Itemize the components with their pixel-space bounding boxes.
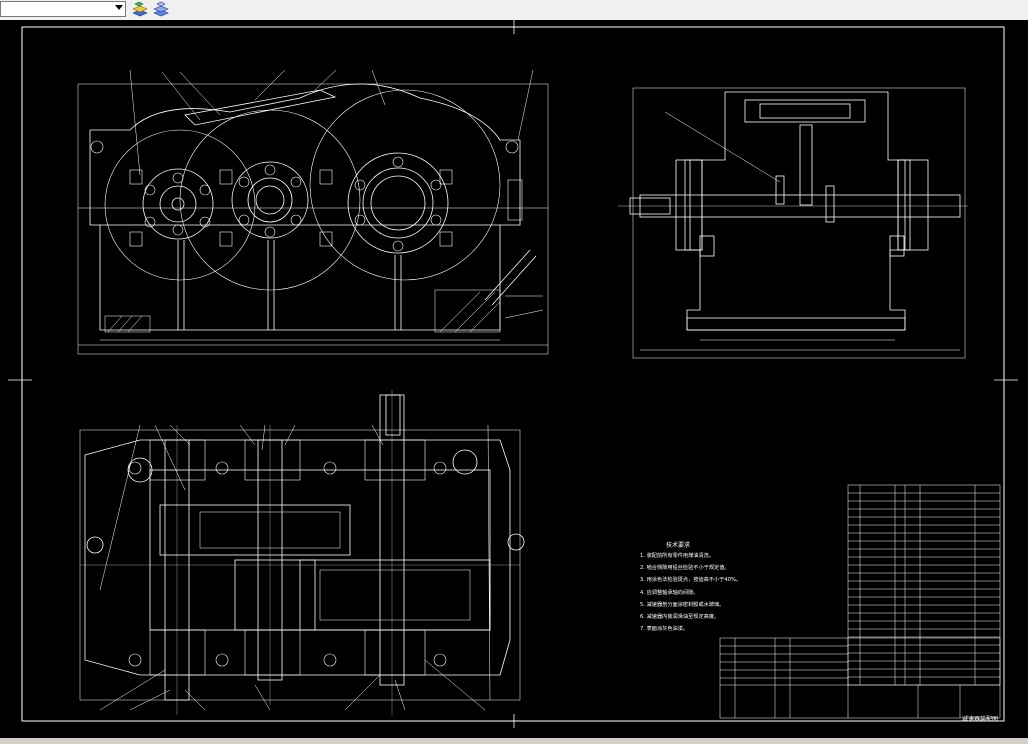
layer-dropdown[interactable] [0,1,126,17]
toolbar [0,0,1028,21]
tech-requirement-line: 4. 应调整轴承轴向间隙。 [640,589,699,596]
tech-requirement-line: 3. 用涂色法检验斑点，按齿高不小于40%。 [640,577,742,584]
parts-list [847,484,1001,686]
tech-requirement-line: 5. 减速器剖分面涂密封胶或水玻璃。 [640,601,725,608]
front-view [77,69,549,355]
tech-requirements-text: 1. 装配前所有零件用煤油清洗。 2. 啮合侧隙用铅丝检验不小于规定值。 3. 用涂… [640,538,870,635]
tech-requirement-line: 6. 减速器内装润滑油至规定高度。 [640,614,720,621]
layer-states-icon[interactable] [152,1,170,18]
side-view [618,87,968,359]
chevron-down-icon[interactable] [115,5,123,10]
drawing-canvas[interactable]: 技术要求 1. 装配前所有零件用煤油清洗。 2. 啮合侧隙用铅丝检验不小于规定值。… [0,20,1028,738]
status-bar [0,738,1028,744]
layer-properties-icon[interactable] [131,1,149,18]
top-view [79,390,525,715]
tech-requirement-line: 1. 装配前所有零件用煤油清洗。 [640,553,715,559]
drawing-title: 减速器装配图 [962,716,999,723]
tech-requirement-line: 2. 啮合侧隙用铅丝检验不小于规定值。 [640,565,730,572]
cad-drawing [8,20,1018,728]
tech-requirement-line: 7. 表面涂灰色油漆。 [640,626,689,633]
